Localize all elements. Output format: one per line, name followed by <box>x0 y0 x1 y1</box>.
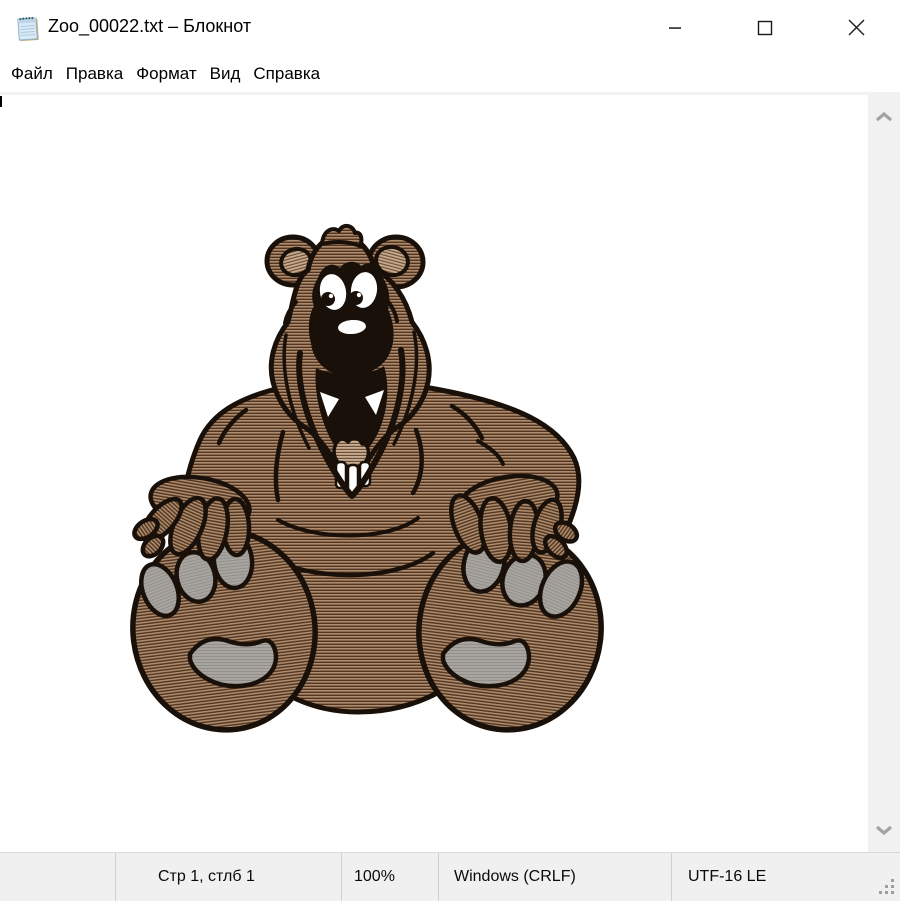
notepad-app-icon <box>12 13 42 43</box>
scroll-up-button[interactable] <box>868 97 900 137</box>
menu-bar: Файл Правка Формат Вид Справка <box>0 55 900 95</box>
vertical-scrollbar[interactable] <box>868 95 900 852</box>
scroll-down-button[interactable] <box>868 810 900 850</box>
minimize-icon <box>668 21 682 35</box>
editor-area[interactable] <box>0 95 868 852</box>
close-button[interactable] <box>826 0 886 55</box>
menu-help[interactable]: Справка <box>247 64 326 84</box>
status-cursor-position: Стр 1, стлб 1 <box>115 853 341 901</box>
menu-format[interactable]: Формат <box>130 64 202 84</box>
window-title: Zoo_00022.txt – Блокнот <box>48 16 251 37</box>
status-encoding: UTF-16 LE <box>671 853 900 901</box>
menu-file[interactable]: Файл <box>5 64 59 84</box>
notepad-window: Zoo_00022.txt – Блокнот Файл Правка Форм… <box>0 0 900 900</box>
chevron-down-icon <box>875 825 893 835</box>
bear-face-mask <box>309 262 394 377</box>
resize-grip-icon[interactable] <box>875 875 897 897</box>
status-spacer <box>0 853 115 901</box>
maximize-icon <box>757 20 773 36</box>
chevron-up-icon <box>875 112 893 122</box>
menu-view[interactable]: Вид <box>204 64 247 84</box>
status-zoom-level: 100% <box>341 853 438 901</box>
minimize-button[interactable] <box>645 0 705 55</box>
maximize-button[interactable] <box>735 0 795 55</box>
bear-artwork <box>100 210 620 750</box>
close-icon <box>848 19 865 36</box>
status-line-ending: Windows (CRLF) <box>438 853 671 901</box>
menu-edit[interactable]: Правка <box>60 64 129 84</box>
status-bar: Стр 1, стлб 1 100% Windows (CRLF) UTF-16… <box>0 852 900 901</box>
title-bar: Zoo_00022.txt – Блокнот <box>0 0 900 55</box>
text-caret <box>0 96 2 107</box>
bear-tuft <box>322 226 361 246</box>
